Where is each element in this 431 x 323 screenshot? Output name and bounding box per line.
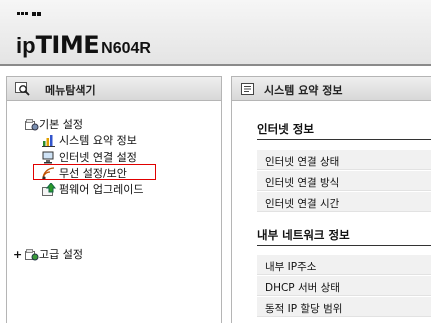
- lan-info-title: 내부 네트워크 정보: [257, 228, 350, 242]
- info-row-label: 인터넷 연결 상태: [265, 156, 340, 168]
- system-summary-panel: 시스템 요약 정보 인터넷 정보 인터넷 연결 상태 인터넷 연결 방식 인터넷…: [231, 76, 431, 323]
- tree-item-label: 펌웨어 업그레이드: [59, 183, 144, 196]
- brand-ip: ip: [16, 33, 36, 58]
- menu-navigator-panel: 메뉴탐색기 기본 설정 시스템 요약 정보 인터넷 연결 설정 무선 설정/보안…: [6, 76, 222, 323]
- info-row: DHCP 서버 상태: [257, 276, 431, 296]
- brand-logo: ipTIME N604R: [16, 31, 151, 59]
- upgrade-icon: [42, 183, 56, 196]
- folder-gear-icon: [25, 249, 39, 261]
- tree-advanced-settings-label: 고급 설정: [39, 248, 83, 261]
- info-row-label: 동적 IP 할당 범위: [265, 303, 343, 315]
- info-row: 인터넷 연결 상태: [257, 150, 431, 170]
- info-row: 내부 IP주소: [257, 255, 431, 275]
- system-summary-title: 시스템 요약 정보: [264, 84, 343, 97]
- internet-info-title: 인터넷 정보: [257, 122, 314, 136]
- menu-navigator-header: 메뉴탐색기: [7, 77, 221, 101]
- info-row-label: 내부 IP주소: [265, 261, 317, 273]
- info-row-label: 인터넷 연결 시간: [265, 198, 340, 210]
- info-row: 동적 IP 할당 범위: [257, 297, 431, 317]
- document-icon: [241, 83, 254, 95]
- info-row: 인터넷 연결 방식: [257, 171, 431, 191]
- tree-item-label: 시스템 요약 정보: [59, 134, 137, 147]
- info-row: 인터넷 연결 시간: [257, 192, 431, 212]
- tree-item-label: 인터넷 연결 설정: [59, 151, 137, 164]
- model-name: N604R: [101, 40, 151, 57]
- network-icon: [42, 151, 54, 164]
- expand-plus-icon[interactable]: +: [13, 248, 22, 261]
- section-divider: [257, 245, 431, 246]
- selected-item-highlight: [33, 164, 156, 180]
- menu-navigator-title: 메뉴탐색기: [45, 84, 96, 97]
- header: ipTIME N604R: [0, 0, 431, 66]
- tree-basic-settings-label: 기본 설정: [39, 118, 83, 131]
- info-row-label: DHCP 서버 상태: [265, 282, 340, 294]
- system-summary-header: 시스템 요약 정보: [232, 77, 431, 101]
- chart-icon: [42, 135, 55, 147]
- magnifier-icon: [15, 82, 30, 96]
- brand-time: TIME: [35, 31, 100, 59]
- folder-gear-icon: [25, 119, 39, 131]
- info-row-label: 인터넷 연결 방식: [265, 177, 340, 189]
- logo-dots-icon: [17, 11, 42, 31]
- section-divider: [257, 139, 431, 140]
